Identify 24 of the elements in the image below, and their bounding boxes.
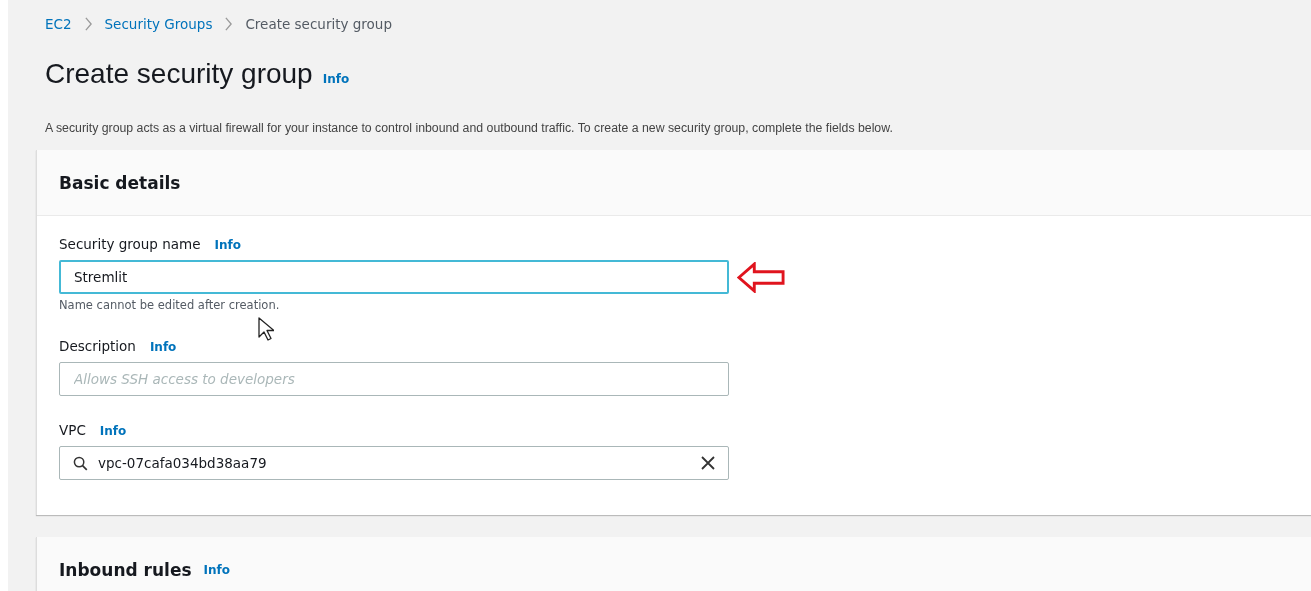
info-link[interactable]: Info bbox=[203, 562, 230, 577]
field-label: Security group name bbox=[59, 236, 201, 252]
info-link[interactable]: Info bbox=[149, 340, 177, 354]
section-heading: Inbound rules bbox=[59, 559, 192, 580]
field-label: Description bbox=[59, 338, 136, 354]
page-description: A security group acts as a virtual firewall for your instance to control inbound and outbound traffic. To create a new security group, complete the fields below. bbox=[45, 121, 894, 135]
search-field[interactable]: vpc-07cafa034bd38aa79 bbox=[59, 446, 729, 480]
info-link[interactable]: Info bbox=[214, 238, 241, 252]
chevron-icon bbox=[83, 17, 93, 31]
field-hint: Name cannot be edited after creation. bbox=[59, 298, 281, 312]
page-title: Create security group bbox=[45, 58, 313, 90]
breadcrumb-link[interactable]: EC2 bbox=[45, 16, 72, 32]
field-label: VPC bbox=[59, 422, 86, 438]
breadcrumb-link[interactable]: Security Groups bbox=[104, 16, 213, 32]
search-icon bbox=[73, 456, 88, 471]
section-heading: Basic details bbox=[59, 172, 181, 193]
clear-icon[interactable] bbox=[701, 456, 715, 470]
info-link[interactable]: Info bbox=[99, 424, 127, 438]
breadcrumb-current: Create security group bbox=[245, 16, 392, 32]
info-link[interactable]: Info bbox=[322, 72, 350, 86]
chevron-icon bbox=[224, 17, 234, 31]
input-field[interactable]: Allows SSH access to developers bbox=[59, 362, 729, 396]
input-field[interactable]: Stremlit bbox=[59, 260, 729, 294]
mouse-cursor-icon bbox=[258, 317, 274, 341]
